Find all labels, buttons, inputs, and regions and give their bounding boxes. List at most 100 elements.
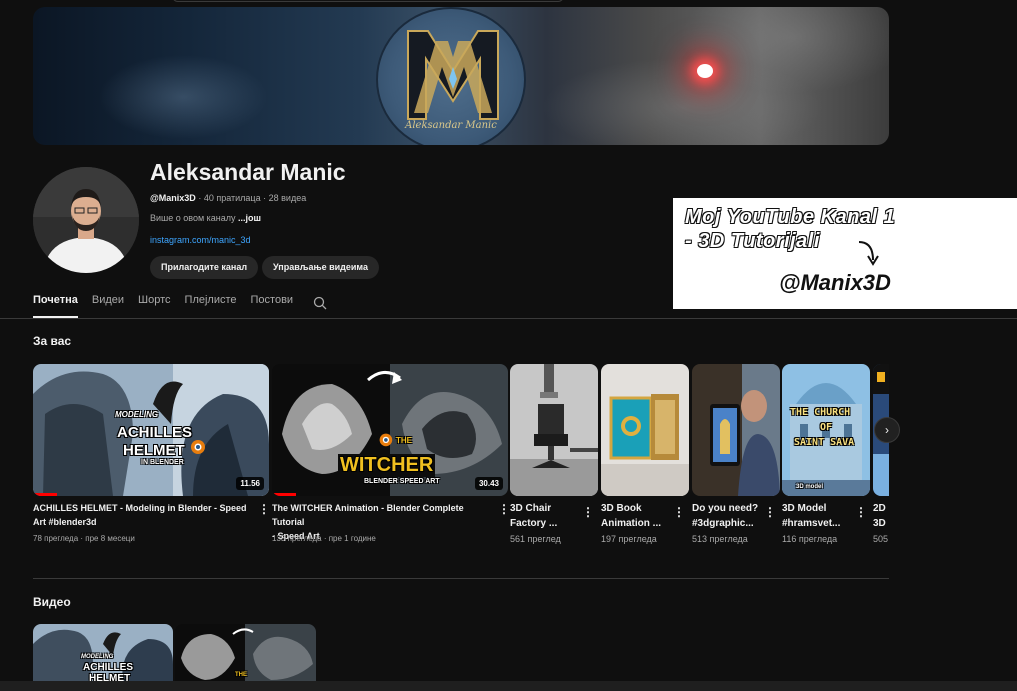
video-count: 28 видеа (268, 193, 307, 203)
short-title-line2: 3D (873, 518, 886, 529)
blender-icon (379, 433, 393, 447)
thumb-text-modeling: MODELING (115, 410, 159, 419)
chevron-right-icon: › (885, 423, 889, 437)
logo-signature: Aleksandar Manic (405, 120, 497, 131)
short-title-line1: 3D Chair (510, 503, 552, 514)
video-title-line1: ACHILLES HELMET - Modeling in Blender - … (33, 503, 247, 513)
search-icon[interactable] (313, 296, 327, 315)
video-stats: 133 прегледа · пре 1 године (272, 534, 376, 543)
promo-overlay: Moj YouTube Kanal 1 - 3D Tutorijali @Man… (673, 198, 1017, 309)
video-views: 78 прегледа (33, 534, 79, 543)
video-thumbnail[interactable]: THE (175, 624, 316, 684)
overlay-line1: Moj YouTube Kanal 1 (685, 206, 896, 228)
customize-channel-button[interactable]: Прилагодите канал (150, 256, 259, 279)
short-title-line2: #hramsvet... (782, 518, 841, 529)
short-title[interactable]: Do you need? #3dgraphic... (692, 501, 762, 531)
thumb-text-modeling: MODELING (81, 654, 114, 660)
video-age: пре 8 месеци (85, 534, 135, 543)
more-options-icon[interactable]: ⋮ (673, 505, 685, 519)
channel-meta: @Manix3D · 40 пратилаца · 28 видеа (150, 193, 306, 203)
short-views: 561 преглед (510, 534, 561, 544)
manage-videos-button[interactable]: Управљање видеима (262, 256, 379, 279)
tab-shorts[interactable]: Шортс (138, 294, 171, 318)
short-thumbnail[interactable] (601, 364, 689, 496)
more-options-icon[interactable]: ⋮ (258, 502, 270, 516)
short-title-line1: 3D Model (782, 503, 827, 514)
video-duration: 30.43 (474, 477, 503, 490)
meta-separator: · (198, 193, 202, 203)
thumb-text-speed-art: BLENDER SPEED ART (364, 478, 440, 485)
video-thumbnail[interactable]: THE WITCHER BLENDER SPEED ART 30.43 (272, 364, 508, 496)
thumb-text-church: THE CHURCH (790, 407, 851, 418)
horizontal-scrollbar[interactable] (0, 681, 1017, 691)
video-title-line1: The WITCHER Animation - Blender Complete… (272, 503, 464, 527)
section-divider (33, 578, 889, 579)
video-title-line2: Art #blender3d (33, 517, 97, 527)
channel-link[interactable]: instagram.com/manic_3d (150, 235, 251, 245)
banner-dragon-eye (697, 64, 713, 78)
video-stats: 78 прегледа · пре 8 месеци (33, 534, 135, 543)
thumb-text-saint-sava: SAINT SAVA (794, 437, 855, 448)
thumb-text-achilles: ACHILLES (83, 662, 133, 673)
channel-name: Aleksandar Manic (150, 159, 346, 185)
video-views: 133 прегледа (272, 534, 322, 543)
section-title-videos: Видео (33, 595, 71, 609)
thumb-text-helmet: HELMET (123, 442, 185, 459)
overlay-handle: @Manix3D (779, 270, 891, 295)
thumb-text-achilles: ACHILLES (117, 424, 192, 441)
tab-videos[interactable]: Видеи (92, 294, 124, 318)
short-title-line2: #3dgraphic... (692, 518, 754, 529)
short-views: 197 прегледа (601, 534, 657, 544)
meta-separator: · (263, 193, 267, 203)
channel-about[interactable]: Више о овом каналу ...још (150, 213, 261, 223)
short-thumbnail[interactable] (692, 364, 780, 496)
subscriber-count: 40 пратилаца (203, 193, 261, 203)
avatar-photo (33, 167, 139, 273)
watch-progress-bar (272, 493, 296, 496)
short-title[interactable]: 3D Book Animation ... (601, 501, 671, 531)
tab-playlists[interactable]: Плејлисте (185, 294, 237, 318)
tab-home[interactable]: Почетна (33, 294, 78, 318)
more-options-icon[interactable]: ⋮ (498, 502, 510, 516)
channel-handle: @Manix3D (150, 193, 196, 203)
channel-banner: Aleksandar Manic (33, 7, 889, 145)
thumbnail-image (510, 364, 598, 496)
video-thumbnail[interactable]: MODELING ACHILLES HELMET IN BLENDER 11.5… (33, 364, 269, 496)
overlay-line2: - 3D Tutorijali (685, 230, 820, 252)
curved-arrow-icon (858, 241, 879, 266)
thumb-text-in-blender: IN BLENDER (141, 459, 184, 466)
video-duration: 11.56 (236, 477, 264, 490)
short-title-line1: 3D Book (601, 503, 642, 514)
short-title[interactable]: 3D Model #hramsvet... (782, 501, 852, 531)
short-thumbnail[interactable]: THE CHURCH OF SAINT SAVA 3D model (782, 364, 870, 496)
short-thumbnail[interactable] (510, 364, 598, 496)
more-options-icon[interactable]: ⋮ (855, 505, 867, 519)
thumbnail-image (692, 364, 780, 496)
short-title-line2: Animation ... (601, 518, 661, 529)
more-options-icon[interactable]: ⋮ (582, 505, 594, 519)
thumbnail-image (601, 364, 689, 496)
tab-posts[interactable]: Постови (251, 294, 294, 318)
watch-progress-bar (33, 493, 57, 496)
carousel-next-button[interactable]: › (874, 417, 900, 443)
more-options-icon[interactable]: ⋮ (764, 505, 776, 519)
channel-tabs: Почетна Видеи Шортс Плејлисте Постови (33, 294, 327, 318)
blender-icon (191, 440, 205, 454)
thumb-text-3d-model: 3D model (796, 484, 824, 490)
short-title[interactable]: 3D Chair Factory ... (510, 501, 580, 531)
thumb-text-witcher: WITCHER (338, 454, 436, 477)
video-age: пре 1 године (328, 534, 376, 543)
short-title-line1: 2D (873, 503, 886, 514)
short-title[interactable]: 2D 3D (873, 501, 889, 531)
thumb-text-the: THE (235, 672, 247, 678)
short-title-line2: Factory ... (510, 518, 558, 529)
search-bar-fragment[interactable] (172, 0, 564, 2)
section-title-for-you: За вас (33, 334, 72, 348)
avatar[interactable] (33, 167, 139, 273)
video-title[interactable]: ACHILLES HELMET - Modeling in Blender - … (33, 501, 248, 529)
about-text: Више о овом каналу (150, 213, 236, 223)
thumb-text-of: OF (820, 422, 833, 433)
about-more-link[interactable]: ...још (238, 213, 261, 223)
video-thumbnail[interactable]: MODELING ACHILLES HELMET (33, 624, 173, 684)
short-views: 513 прегледа (692, 534, 748, 544)
